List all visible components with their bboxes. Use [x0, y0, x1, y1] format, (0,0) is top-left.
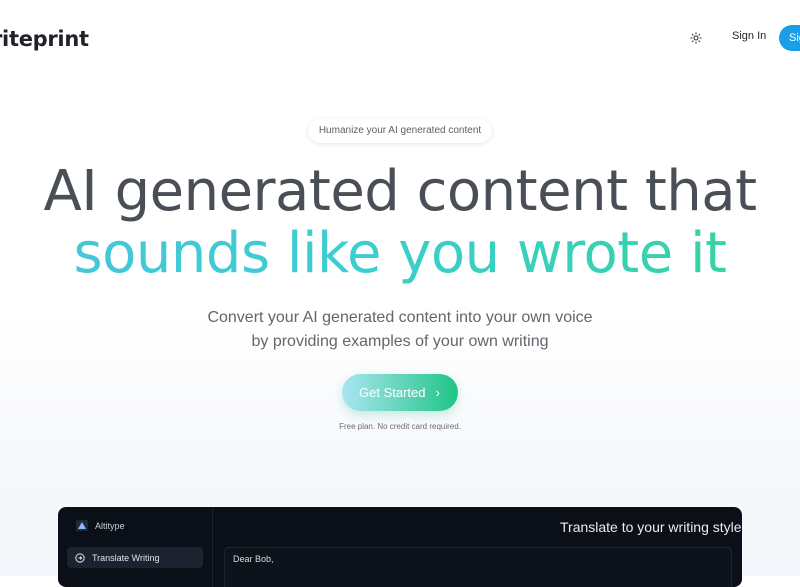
arrow-circle-icon: [75, 552, 85, 563]
get-started-button[interactable]: Get Started ›: [342, 374, 458, 411]
editor-text: Dear Bob,: [233, 554, 274, 564]
app-brand: Altitype: [76, 520, 125, 531]
sign-in-link[interactable]: Sign In: [732, 30, 766, 42]
hero-subtitle-line1: Convert your AI generated content into y…: [207, 309, 593, 326]
sidebar-item-label: Translate Writing: [92, 552, 160, 563]
sign-up-button[interactable]: Sig: [779, 25, 800, 51]
chevron-right-icon: ›: [435, 385, 440, 400]
altitype-logo-icon: [76, 520, 88, 531]
app-page-title: Translate to your writing style: [560, 519, 742, 535]
get-started-label: Get Started: [359, 385, 426, 400]
hero-title-line1: AI generated content that: [43, 159, 757, 224]
sidebar-item-translate-writing[interactable]: Translate Writing: [67, 547, 203, 568]
editor-textarea[interactable]: Dear Bob,: [224, 547, 732, 587]
sun-icon: [690, 32, 702, 44]
app-sidebar: Altitype Translate Writing: [58, 507, 213, 587]
hero-subtitle-line2: by providing examples of your own writin…: [251, 333, 549, 350]
site-header: riteprint Sign In Sig: [0, 0, 800, 76]
theme-toggle-button[interactable]: [686, 28, 706, 48]
free-plan-note: Free plan. No credit card required.: [339, 422, 461, 431]
hero-title-line2: sounds like you wrote it: [0, 222, 800, 286]
app-brand-name: Altitype: [95, 520, 125, 531]
tagline-badge: Humanize your AI generated content: [308, 119, 492, 143]
logo[interactable]: riteprint: [0, 27, 89, 51]
app-preview: Altitype Translate Writing Translate to …: [58, 507, 742, 587]
